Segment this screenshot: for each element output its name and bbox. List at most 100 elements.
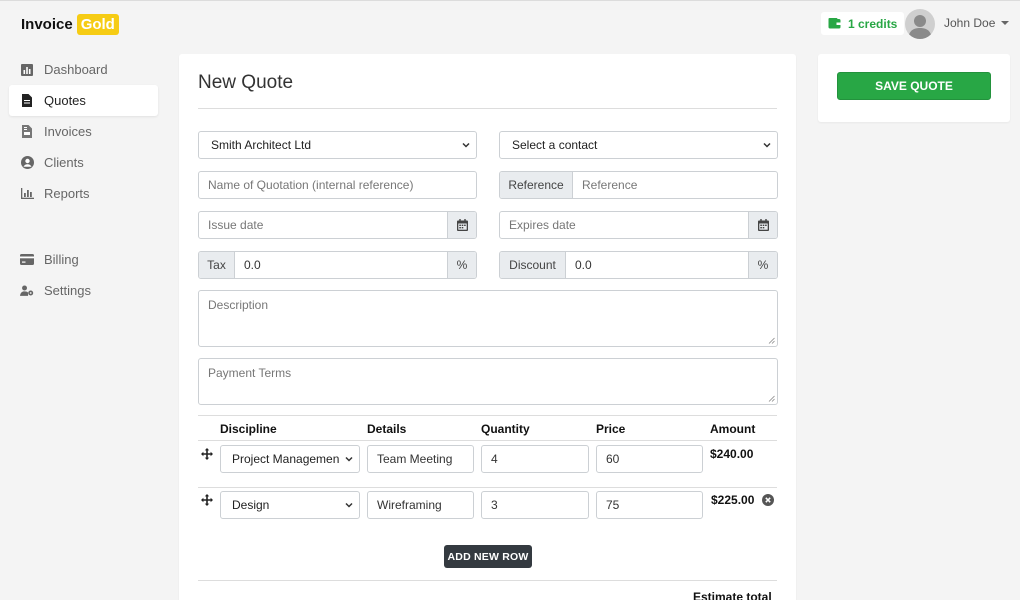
- quotation-name-placeholder: Name of Quotation (internal reference): [208, 178, 414, 192]
- sidebar-item-reports[interactable]: Reports: [9, 178, 158, 209]
- sidebar-item-settings[interactable]: Settings: [9, 275, 158, 306]
- table-top-border: [198, 415, 777, 416]
- sidebar-item-label: Quotes: [44, 93, 86, 108]
- avatar[interactable]: [905, 9, 935, 39]
- credit-card-icon: [20, 253, 34, 267]
- wallet-icon: [828, 18, 841, 29]
- sidebar-item-billing[interactable]: Billing: [9, 244, 158, 275]
- chart-icon: [20, 63, 34, 77]
- chevron-down-icon: [763, 142, 771, 148]
- quantity-input[interactable]: 3: [481, 491, 589, 519]
- details-value: Team Meeting: [377, 452, 453, 466]
- column-header-amount: Amount: [710, 422, 756, 436]
- page-title: New Quote: [198, 72, 294, 93]
- chevron-down-icon: [345, 502, 353, 508]
- client-select[interactable]: Smith Architect Ltd: [198, 131, 477, 159]
- document-icon: [20, 94, 34, 108]
- issue-date-input[interactable]: Issue date: [199, 212, 447, 238]
- user-gear-icon: [20, 284, 34, 298]
- discount-input[interactable]: 0.0: [566, 252, 748, 278]
- top-border: [0, 0, 1020, 1]
- price-input[interactable]: 60: [596, 445, 703, 473]
- quotation-name-input[interactable]: Name of Quotation (internal reference): [198, 171, 477, 199]
- details-input[interactable]: Wireframing: [367, 491, 474, 519]
- sidebar: Dashboard Quotes Invoices Clients Report…: [9, 54, 158, 306]
- tax-input-group: Tax 0.0 %: [198, 251, 477, 279]
- bar-chart-icon: [20, 187, 34, 201]
- calendar-icon: [456, 219, 468, 231]
- description-placeholder: Description: [208, 298, 269, 312]
- discount-percent-suffix: %: [748, 252, 777, 278]
- drag-handle-icon[interactable]: [201, 494, 213, 506]
- add-new-row-button[interactable]: ADD NEW ROW: [444, 545, 532, 568]
- expires-date-group: Expires date: [499, 211, 778, 239]
- tax-input[interactable]: 0.0: [235, 252, 447, 278]
- tax-percent-suffix: %: [447, 252, 476, 278]
- title-divider: [198, 108, 777, 109]
- payment-terms-placeholder: Payment Terms: [208, 366, 292, 380]
- discipline-select[interactable]: Design: [220, 491, 360, 519]
- sidebar-item-label: Settings: [44, 283, 91, 298]
- chevron-down-icon: [345, 456, 353, 462]
- sidebar-item-label: Reports: [44, 186, 90, 201]
- column-header-price: Price: [596, 422, 626, 436]
- caret-down-icon: [1001, 21, 1010, 25]
- issue-date-picker-button[interactable]: [447, 212, 476, 238]
- price-input[interactable]: 75: [596, 491, 703, 519]
- sidebar-item-label: Dashboard: [44, 62, 108, 77]
- discipline-select-value: Design: [232, 498, 270, 512]
- quantity-value: 4: [491, 452, 498, 466]
- sidebar-item-clients[interactable]: Clients: [9, 147, 158, 178]
- quote-form-card: New Quote Smith Architect Ltd Select a c…: [179, 54, 796, 600]
- contact-select-value: Select a contact: [512, 138, 598, 152]
- brand-logo[interactable]: Invoice Gold: [21, 13, 119, 35]
- sidebar-item-label: Billing: [44, 252, 79, 267]
- remove-row-icon[interactable]: [762, 494, 774, 506]
- user-avatar-icon: [908, 15, 932, 39]
- row-amount: $240.00: [710, 447, 754, 461]
- sidebar-item-label: Clients: [44, 155, 84, 170]
- brand-name: Invoice: [21, 15, 73, 33]
- sidebar-item-dashboard[interactable]: Dashboard: [9, 54, 158, 85]
- table-header-border: [198, 440, 777, 441]
- price-value: 75: [606, 498, 620, 512]
- brand-badge: Gold: [76, 13, 119, 35]
- calendar-icon: [757, 219, 769, 231]
- sidebar-item-label: Invoices: [44, 124, 92, 139]
- details-value: Wireframing: [377, 498, 442, 512]
- quantity-input[interactable]: 4: [481, 445, 589, 473]
- discipline-select-value: Project Managemen: [232, 452, 340, 466]
- issue-date-group: Issue date: [198, 211, 477, 239]
- payment-terms-textarea[interactable]: Payment Terms: [198, 358, 778, 405]
- save-quote-button[interactable]: SAVE QUOTE: [837, 72, 991, 100]
- contact-select[interactable]: Select a contact: [499, 131, 778, 159]
- expires-date-picker-button[interactable]: [748, 212, 777, 238]
- price-value: 60: [606, 452, 620, 466]
- column-header-discipline: Discipline: [220, 422, 277, 436]
- chevron-down-icon: [462, 142, 470, 148]
- user-circle-icon: [20, 156, 34, 170]
- drag-handle-icon[interactable]: [201, 448, 213, 460]
- actions-card: SAVE QUOTE: [818, 54, 1010, 122]
- discount-input-group: Discount 0.0 %: [499, 251, 778, 279]
- description-textarea[interactable]: Description: [198, 290, 778, 347]
- credits-label: 1 credits: [848, 16, 898, 31]
- discipline-select[interactable]: Project Managemen: [220, 445, 360, 473]
- details-input[interactable]: Team Meeting: [367, 445, 474, 473]
- reference-label: Reference: [500, 172, 573, 198]
- quantity-value: 3: [491, 498, 498, 512]
- sidebar-item-quotes[interactable]: Quotes: [9, 85, 158, 116]
- row-amount: $225.00: [711, 493, 755, 507]
- column-header-quantity: Quantity: [481, 422, 530, 436]
- credits-badge[interactable]: 1 credits: [821, 12, 905, 35]
- resize-grip-icon[interactable]: [768, 337, 775, 344]
- resize-grip-icon[interactable]: [768, 395, 775, 402]
- row-divider: [198, 487, 777, 488]
- reference-input[interactable]: Reference: [573, 172, 777, 198]
- user-menu[interactable]: John Doe: [944, 16, 1010, 30]
- discount-label: Discount: [500, 252, 566, 278]
- expires-date-input[interactable]: Expires date: [500, 212, 748, 238]
- sidebar-item-invoices[interactable]: Invoices: [9, 116, 158, 147]
- total-divider: [198, 580, 777, 581]
